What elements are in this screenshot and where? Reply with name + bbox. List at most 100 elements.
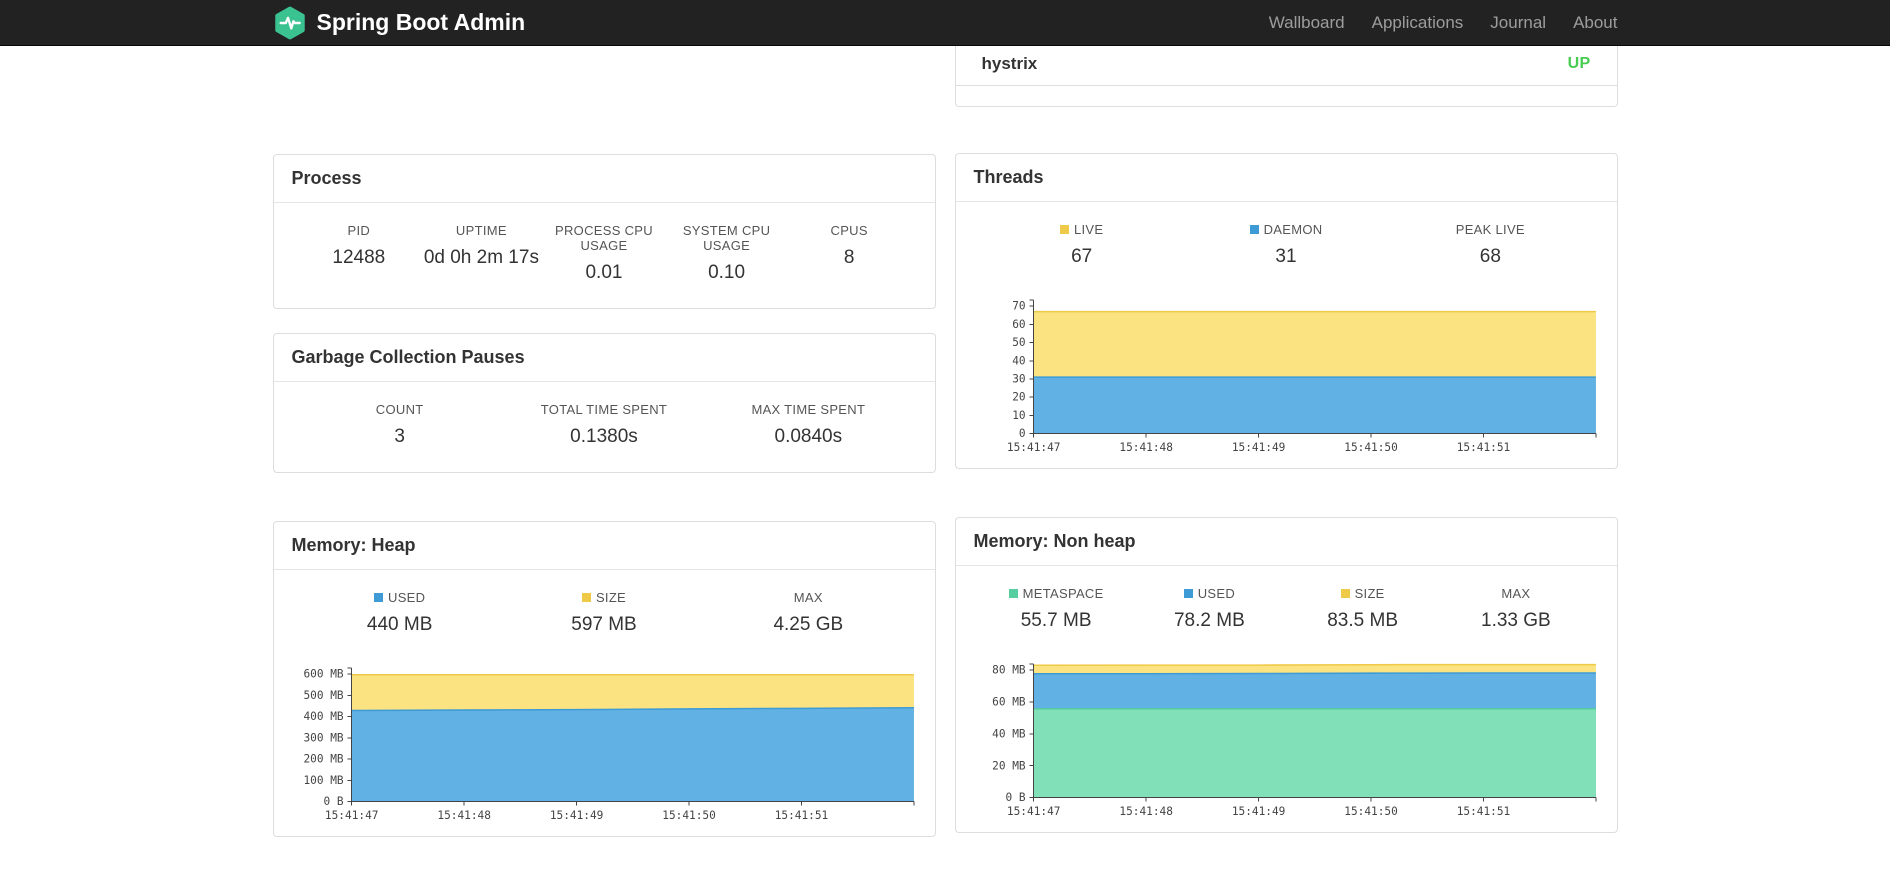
svg-text:15:41:47: 15:41:47 [324,809,378,822]
stat-heap-used-label: USED [388,590,426,605]
metaspace-legend-swatch [1008,588,1018,598]
threads-chart-wrap: 0 10 20 30 40 50 60 70 15:41:47 15:41:48 15:41:49 1… [956,292,1617,468]
svg-text:500 MB: 500 MB [303,689,343,702]
applications-panel-partial: hystrix UP [954,46,1618,107]
stat-heap-max-value: 4.25 GB [773,614,844,635]
stat-nonheap-size: SIZE 83.5 MB [1286,586,1439,632]
threads-stats: LIVE 67 DAEMON 31 PEAK LIVE 68 [956,202,1617,292]
stat-heap-max: MAX 4.25 GB [706,590,910,636]
stat-threads-daemon-label: DAEMON [1263,222,1323,237]
stat-gc-max: MAX TIME SPENT 0.0840s [706,402,910,448]
memory-nonheap-chart: 0 B 20 MB 40 MB 60 MB 80 MB 15:41:47 15:41:48 1… [992,663,1596,818]
svg-text:15:41:51: 15:41:51 [774,809,828,822]
stat-gc-max-value: 0.0840s [774,426,843,447]
stat-uptime: UPTIME 0d 0h 2m 17s [420,223,543,284]
stat-cpus-label: CPUS [830,223,868,238]
stat-gc-count-label: COUNT [375,402,424,417]
memory-heap-panel-title: Memory: Heap [273,522,935,570]
stat-nonheap-used-label: USED [1197,585,1236,601]
gc-stats: COUNT 3 TOTAL TIME SPENT 0.1380s MAX TIM… [274,382,935,472]
stat-pid-value: 12488 [332,247,386,268]
svg-text:60 MB: 60 MB [992,695,1026,708]
nonheap-chart-wrap: 0 B 20 MB 40 MB 60 MB 80 MB 15:41:47 15:41:48 1… [956,656,1617,832]
application-name: hystrix [981,54,1038,73]
stat-nonheap-max-value: 1.33 GB [1481,609,1551,631]
nonheap-stats: METASPACE 55.7 MB USED 78.2 MB SIZE 83.5… [956,566,1617,656]
svg-text:15:41:51: 15:41:51 [1456,805,1510,818]
svg-text:30: 30 [1012,373,1025,386]
stat-gc-count-value: 3 [394,426,405,447]
svg-text:50: 50 [1012,336,1025,349]
right-column: hystrix UP Threads LIVE 67 DAEMON 31 PEA… [954,46,1618,837]
stat-cpus-value: 8 [843,247,855,268]
threads-panel-title: Threads [955,154,1617,202]
svg-text:100 MB: 100 MB [303,774,343,787]
stat-process-cpu-value: 0.01 [585,262,623,283]
svg-text:600 MB: 600 MB [303,668,343,681]
live-legend-swatch [1059,225,1069,234]
heap-chart-wrap: 0 B 100 MB 200 MB 300 MB 400 MB 500 MB 600 MB 1… [274,660,935,836]
svg-text:15:41:48: 15:41:48 [1119,441,1173,454]
application-status-badge: UP [1567,55,1591,72]
memory-nonheap-panel-title: Memory: Non heap [955,518,1617,566]
svg-text:15:41:50: 15:41:50 [1344,805,1398,818]
stat-threads-daemon: DAEMON 31 [1184,222,1388,268]
stat-gc-max-label: MAX TIME SPENT [751,402,866,417]
nav-item-wallboard[interactable]: Wallboard [1269,13,1345,33]
stat-process-cpu-label: PROCESS CPU USAGE [555,223,653,253]
svg-text:40 MB: 40 MB [992,727,1026,740]
navbar-container: Spring Boot Admin Wallboard Applications… [273,0,1618,45]
stat-pid: PID 12488 [298,223,421,284]
brand-link[interactable]: Spring Boot Admin [273,6,526,40]
svg-text:70: 70 [1012,300,1025,313]
svg-text:10: 10 [1012,409,1025,422]
svg-text:200 MB: 200 MB [303,753,343,766]
memory-nonheap-panel: Memory: Non heap METASPACE 55.7 MB USED … [954,516,1618,833]
svg-text:400 MB: 400 MB [303,710,343,723]
svg-text:15:41:48: 15:41:48 [437,809,491,822]
stat-nonheap-size-value: 83.5 MB [1327,609,1398,631]
heap-size-legend-swatch [581,593,591,602]
svg-text:60: 60 [1012,318,1025,331]
stat-system-cpu-label: SYSTEM CPU USAGE [682,223,771,253]
stat-heap-used: USED 440 MB [298,590,502,636]
svg-text:80 MB: 80 MB [992,664,1026,677]
stat-heap-size-label: SIZE [595,590,627,605]
svg-text:40: 40 [1012,354,1025,367]
stat-nonheap-size-label: SIZE [1354,585,1385,601]
stat-threads-peak-label: PEAK LIVE [1455,222,1525,237]
svg-text:300 MB: 300 MB [303,731,343,744]
nav-item-journal[interactable]: Journal [1490,13,1546,33]
stat-threads-live-value: 67 [1071,246,1093,267]
brand-title: Spring Boot Admin [316,9,526,35]
svg-text:0 B: 0 B [323,795,343,808]
stat-uptime-value: 0d 0h 2m 17s [423,247,539,268]
svg-text:15:41:50: 15:41:50 [1344,441,1398,454]
svg-text:20 MB: 20 MB [992,759,1026,772]
threads-chart: 0 10 20 30 40 50 60 70 15:41:47 15:41:48 15:41:49 1… [1006,299,1596,454]
process-panel-title: Process [273,155,935,203]
stat-nonheap-metaspace: METASPACE 55.7 MB [980,586,1133,632]
svg-text:15:41:48: 15:41:48 [1119,805,1173,818]
stat-system-cpu-value: 0.10 [708,262,746,283]
memory-heap-chart: 0 B 100 MB 200 MB 300 MB 400 MB 500 MB 600 MB 1… [303,667,914,822]
application-row-hystrix[interactable]: hystrix UP [955,46,1617,86]
svg-text:15:41:49: 15:41:49 [549,809,603,822]
nonheap-used-legend-swatch [1183,588,1193,598]
stat-nonheap-max: MAX 1.33 GB [1439,586,1592,632]
stat-gc-total: TOTAL TIME SPENT 0.1380s [502,402,706,448]
navbar: Spring Boot Admin Wallboard Applications… [0,0,1890,46]
stat-nonheap-used-value: 78.2 MB [1173,609,1245,631]
svg-text:15:41:49: 15:41:49 [1231,805,1285,818]
stat-cpus: CPUS 8 [788,223,911,284]
stat-threads-peak-value: 68 [1479,246,1501,267]
svg-text:15:41:47: 15:41:47 [1006,441,1060,454]
stat-threads-live-label: LIVE [1073,222,1104,237]
svg-text:20: 20 [1012,391,1025,404]
stat-nonheap-max-label: MAX [1501,585,1531,601]
heap-stats: USED 440 MB SIZE 597 MB MAX 4.25 GB [274,570,935,660]
dashboard-content: Process PID 12488 UPTIME 0d 0h 2m 17s PR… [272,46,1618,837]
nav-item-about[interactable]: About [1573,13,1617,33]
nav-item-applications[interactable]: Applications [1372,13,1464,33]
stat-nonheap-metaspace-label: METASPACE [1022,585,1104,601]
